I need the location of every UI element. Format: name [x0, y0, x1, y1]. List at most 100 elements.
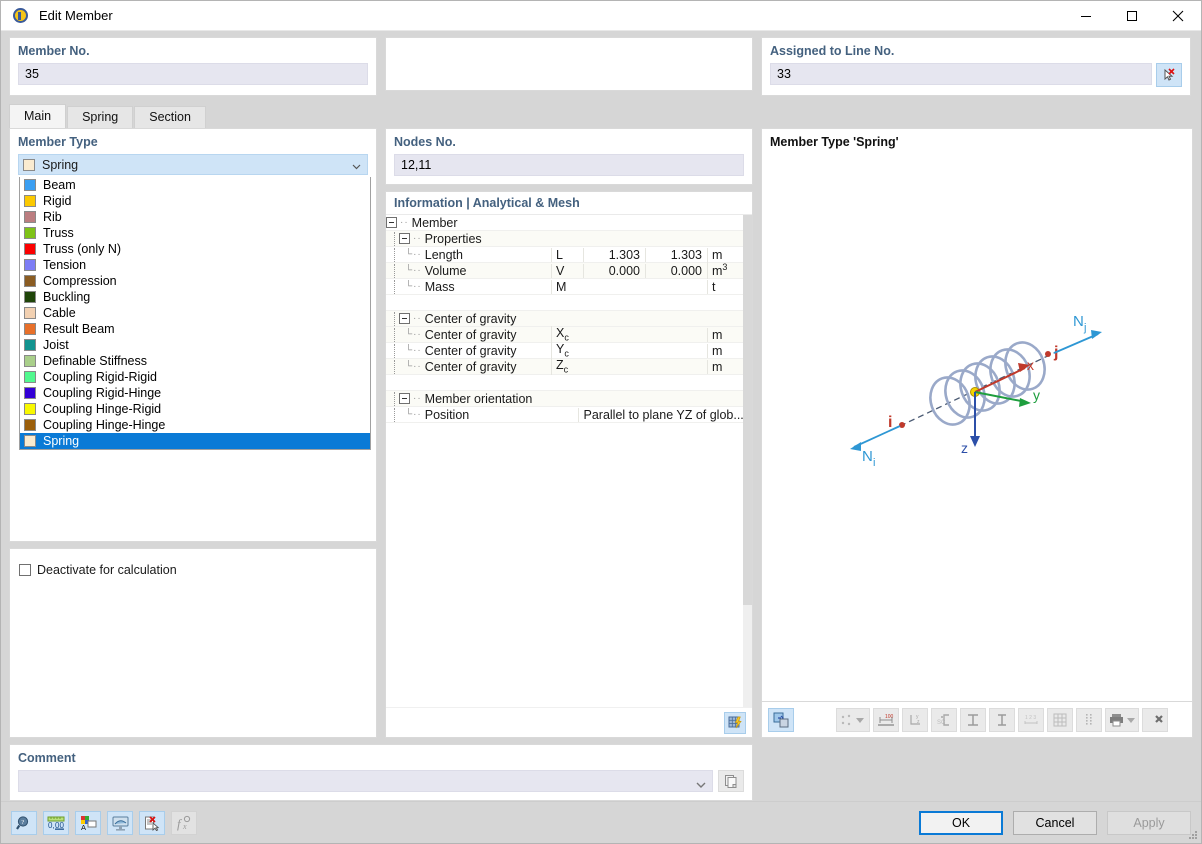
member-type-option[interactable]: Truss: [20, 225, 370, 241]
option-label: Rigid: [43, 194, 72, 208]
tab-main[interactable]: Main: [9, 104, 67, 128]
tab-section[interactable]: Section: [134, 106, 206, 128]
member-type-option[interactable]: Coupling Rigid-Hinge: [20, 385, 370, 401]
tree-spacer-row: [386, 295, 743, 311]
tree-group-row[interactable]: ·· Member orientation: [386, 391, 743, 407]
member-type-group: Member Type Spring Beam Rigid Rib Truss Trus…: [9, 128, 377, 577]
information-tree[interactable]: ·· Member ·· Properties └·· Length L 1.303 1.303…: [386, 215, 743, 707]
tree-value-analytical: 1.303: [583, 247, 645, 262]
tree-group-label: Properties: [424, 231, 482, 246]
table-lightning-icon[interactable]: [724, 711, 746, 734]
spring-diagram: i j N: [850, 313, 1102, 469]
footer-icon-toolbar: ? 0, 00 A f x: [11, 810, 197, 835]
display-properties-icon[interactable]: A: [75, 810, 101, 835]
tree-group-label: Center of gravity: [424, 311, 517, 326]
tree-unit: m: [707, 359, 743, 374]
option-color-swatch: [24, 419, 36, 431]
copy-icon[interactable]: [718, 770, 744, 792]
member-type-option[interactable]: Tension: [20, 257, 370, 273]
nodes-no-label: Nodes No.: [394, 135, 456, 149]
tree-expander[interactable]: [386, 217, 397, 228]
member-no-input[interactable]: 35: [18, 63, 368, 85]
svg-text:j: j: [1083, 322, 1086, 334]
tree-data-row[interactable]: └·· Position Parallel to plane YZ of glob.…: [386, 407, 743, 423]
nodes-no-input[interactable]: 12,11: [394, 154, 744, 176]
tree-group-row[interactable]: ·· Center of gravity: [386, 311, 743, 327]
resize-grip[interactable]: [1188, 830, 1198, 840]
cancel-button[interactable]: Cancel: [1013, 810, 1097, 835]
member-preview-panel[interactable]: Member Type 'Spring' i j: [761, 128, 1193, 702]
member-type-option[interactable]: Cable: [20, 305, 370, 321]
function-icon[interactable]: f x: [171, 810, 197, 835]
option-label: Tension: [43, 258, 87, 272]
deactivate-checkbox[interactable]: [19, 564, 31, 576]
assigned-line-label: Assigned to Line No.: [770, 44, 895, 58]
tree-expander[interactable]: [399, 313, 410, 324]
title-bar: Edit Member: [1, 1, 1201, 31]
ok-button[interactable]: OK: [919, 810, 1003, 835]
member-type-option[interactable]: Coupling Hinge-Hinge: [20, 417, 370, 433]
option-color-swatch: [24, 259, 36, 271]
close-button[interactable]: [1155, 1, 1201, 31]
units-000-icon[interactable]: 0, 00: [43, 810, 69, 835]
member-type-option[interactable]: Definable Stiffness: [20, 353, 370, 369]
tree-group-row[interactable]: ·· Properties: [386, 231, 743, 247]
member-type-option[interactable]: Joist: [20, 337, 370, 353]
option-label: Result Beam: [43, 322, 115, 336]
svg-text:N: N: [862, 448, 873, 465]
pick-line-icon[interactable]: [1156, 63, 1182, 87]
option-label: Cable: [43, 306, 76, 320]
tree-unit: m: [707, 327, 743, 342]
right-column: Member Type 'Spring' i j: [761, 128, 1193, 738]
tree-unit: m3: [707, 262, 743, 279]
member-type-option[interactable]: Beam: [20, 177, 370, 193]
information-scrollbar[interactable]: [743, 215, 752, 707]
assigned-line-input[interactable]: 33: [770, 63, 1152, 85]
member-type-option[interactable]: Truss (only N): [20, 241, 370, 257]
tree-unit: m: [707, 247, 743, 262]
chevron-down-icon[interactable]: [696, 778, 706, 792]
svg-text:y: y: [1033, 387, 1040, 403]
view-monitor-icon[interactable]: [107, 810, 133, 835]
member-type-option[interactable]: Compression: [20, 273, 370, 289]
magnifier-icon[interactable]: ?: [11, 810, 37, 835]
maximize-button[interactable]: [1109, 1, 1155, 31]
tree-data-row[interactable]: └·· Mass Mt: [386, 279, 743, 295]
member-type-option[interactable]: Result Beam: [20, 321, 370, 337]
minimize-button[interactable]: [1063, 1, 1109, 31]
option-color-swatch: [24, 371, 36, 383]
tree-data-row[interactable]: └·· Volume V 0.000 0.000 m3: [386, 262, 743, 279]
member-type-option[interactable]: Coupling Hinge-Rigid: [20, 401, 370, 417]
member-type-combobox[interactable]: Spring: [18, 154, 368, 175]
member-icon: [12, 7, 30, 25]
tree-data-row[interactable]: └·· Center of gravity Yc m: [386, 342, 743, 359]
tree-data-row[interactable]: └·· Center of gravity Zc m: [386, 358, 743, 375]
delete-document-icon[interactable]: [139, 810, 165, 835]
tree-row-label: Center of gravity: [424, 343, 517, 358]
comment-input[interactable]: [18, 770, 713, 792]
deactivate-for-calculation-row[interactable]: Deactivate for calculation: [19, 563, 177, 577]
option-label: Truss (only N): [43, 242, 122, 256]
scrollbar-thumb[interactable]: [743, 215, 752, 605]
tab-spring[interactable]: Spring: [67, 106, 134, 128]
tree-data-row[interactable]: └·· Center of gravity Xc m: [386, 326, 743, 343]
option-label: Joist: [43, 338, 69, 352]
information-panel: Information | Analytical & Mesh ·· Member…: [385, 191, 753, 738]
member-no-label: Member No.: [18, 44, 90, 58]
apply-button[interactable]: Apply: [1107, 810, 1191, 835]
tree-group-row[interactable]: ·· Member: [386, 215, 743, 231]
member-type-option[interactable]: Rib: [20, 209, 370, 225]
member-type-option[interactable]: Coupling Rigid-Rigid: [20, 369, 370, 385]
member-type-option[interactable]: Rigid: [20, 193, 370, 209]
option-label: Truss: [43, 226, 74, 240]
tree-data-row[interactable]: └·· Length L 1.303 1.303 m: [386, 247, 743, 263]
tree-row-label: Center of gravity: [424, 359, 517, 374]
comment-label: Comment: [18, 751, 76, 765]
tree-unit: t: [707, 279, 743, 294]
member-type-option[interactable]: Spring: [20, 433, 370, 449]
tree-expander[interactable]: [399, 233, 410, 244]
member-type-dropdown-list[interactable]: Beam Rigid Rib Truss Truss (only N) Tension Co…: [19, 177, 371, 450]
member-no-group: Member No. 35: [9, 37, 377, 96]
tree-expander[interactable]: [399, 393, 410, 404]
member-type-option[interactable]: Buckling: [20, 289, 370, 305]
